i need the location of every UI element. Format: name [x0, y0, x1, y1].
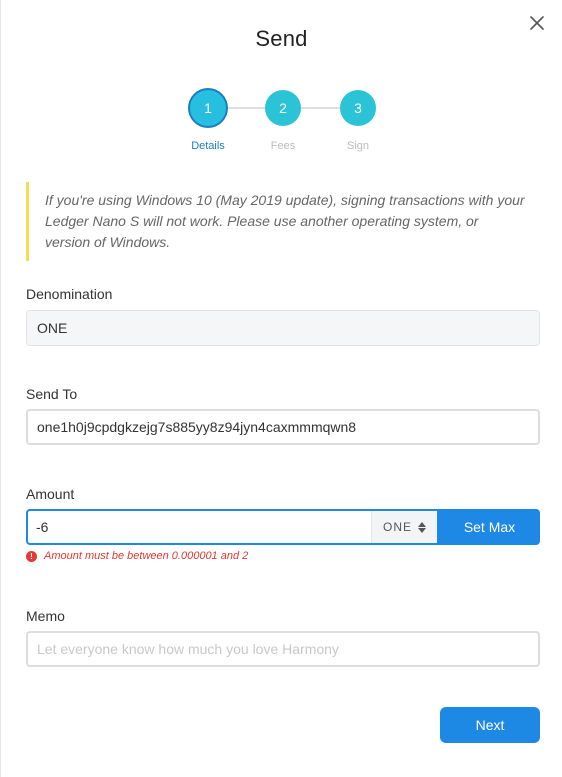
modal-title: Send: [255, 26, 308, 51]
denomination-field: ONE: [26, 310, 540, 346]
memo-input[interactable]: Let everyone know how much you love Harm…: [26, 631, 540, 667]
amount-row: -6 ONE Set Max: [26, 509, 540, 545]
amount-error-text: Amount must be between 0.000001 and 2: [44, 550, 249, 562]
amount-input[interactable]: -6 ONE: [26, 509, 439, 545]
error-icon: !: [26, 550, 37, 562]
windows-warning: If you're using Windows 10 (May 2019 upd…: [26, 182, 539, 261]
send-modal: Send 1 Details 2 Fees 3 Sign If you're u…: [0, 0, 562, 777]
send-to-label: Send To: [26, 386, 78, 402]
step-label: Details: [191, 140, 225, 152]
unit-value: ONE: [382, 520, 412, 534]
amount-value: -6: [36, 519, 49, 535]
unit-stepper-icon[interactable]: [418, 521, 426, 533]
step-details: 1 Details: [178, 90, 238, 152]
send-to-input[interactable]: one1h0j9cpdgkzejg7s885yy8z94jyn4caxmmmqw…: [26, 409, 540, 445]
step-sign: 3 Sign: [328, 90, 388, 152]
step-fees: 2 Fees: [253, 90, 313, 152]
next-button[interactable]: Next: [440, 707, 540, 743]
stepper: 1 Details 2 Fees 3 Sign: [171, 90, 393, 154]
step-number: 2: [265, 90, 301, 126]
step-number: 1: [190, 90, 226, 126]
step-label: Sign: [346, 140, 370, 152]
amount-error: ! Amount must be between 0.000001 and 2: [26, 550, 248, 562]
step-label: Fees: [270, 140, 296, 152]
memo-placeholder: Let everyone know how much you love Harm…: [37, 641, 339, 657]
denomination-value: ONE: [37, 320, 68, 336]
amount-label: Amount: [26, 486, 75, 502]
denomination-label: Denomination: [26, 286, 113, 302]
send-to-value: one1h0j9cpdgkzejg7s885yy8z94jyn4caxmmmqw…: [37, 419, 357, 435]
step-number: 3: [340, 90, 376, 126]
unit-select[interactable]: ONE: [371, 511, 437, 543]
set-max-button[interactable]: Set Max: [439, 509, 540, 545]
memo-label: Memo: [26, 608, 65, 624]
